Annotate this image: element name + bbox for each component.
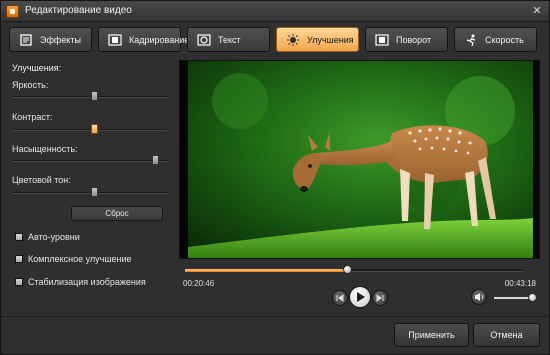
current-time: 00:20:46 xyxy=(183,279,215,288)
hue-slider[interactable] xyxy=(13,187,167,197)
saturation-label: Насыщенность: xyxy=(12,144,78,154)
stabilization-label[interactable]: Стабилизация изображения xyxy=(28,277,146,287)
volume-handle[interactable] xyxy=(528,293,537,302)
video-preview[interactable] xyxy=(179,60,540,259)
footer-divider xyxy=(1,316,549,317)
skip-back-icon xyxy=(336,294,344,302)
tab-label: Поворот xyxy=(396,35,432,45)
next-button[interactable] xyxy=(372,290,388,306)
complex-enhance-label[interactable]: Комплексное улучшение xyxy=(28,254,132,264)
tab-speed[interactable]: Скорость xyxy=(454,27,537,52)
close-button[interactable]: ✕ xyxy=(530,4,544,18)
enhance-icon xyxy=(287,34,299,46)
speed-icon xyxy=(466,34,476,46)
tab-label: Скорость xyxy=(485,35,524,45)
skip-forward-icon xyxy=(376,294,384,302)
seek-bar[interactable] xyxy=(185,265,523,274)
play-button[interactable] xyxy=(349,286,371,308)
tab-text[interactable]: Текст xyxy=(187,27,270,52)
player-controls: 00:20:46 00:43:18 xyxy=(179,263,540,313)
seek-handle[interactable] xyxy=(343,265,352,274)
reset-button[interactable]: Сброс xyxy=(71,206,163,221)
slider-knob[interactable] xyxy=(91,124,98,134)
tab-effects[interactable]: Эффекты xyxy=(9,27,92,52)
complex-enhance-checkbox[interactable] xyxy=(15,255,23,263)
text-icon xyxy=(197,34,211,46)
window-title: Редактирование видео xyxy=(25,5,132,16)
hue-label: Цветовой тон: xyxy=(12,175,71,185)
tab-label: Улучшения xyxy=(307,35,354,45)
tab-crop[interactable]: Кадрирование xyxy=(98,27,189,52)
contrast-label: Контраст: xyxy=(12,112,53,122)
total-time: 00:43:18 xyxy=(504,279,536,288)
seek-progress xyxy=(185,269,347,272)
slider-knob[interactable] xyxy=(152,155,159,165)
speaker-icon xyxy=(475,293,484,301)
cancel-button[interactable]: Отмена xyxy=(473,323,540,347)
title-bar[interactable]: Редактирование видео ✕ xyxy=(1,1,549,22)
tab-label: Кадрирование xyxy=(129,35,190,45)
video-editor-window: Редактирование видео ✕ Эффекты Кадрирова… xyxy=(0,0,550,355)
slider-knob[interactable] xyxy=(91,91,98,101)
panel-heading: Улучшения: xyxy=(12,63,62,73)
tab-label: Текст xyxy=(218,35,241,45)
crop-icon xyxy=(108,34,122,46)
enhancements-panel: Улучшения: Яркость: Контраст: Насыщеннос… xyxy=(9,59,169,287)
brightness-label: Яркость: xyxy=(12,80,49,90)
play-icon xyxy=(357,292,365,302)
volume-button[interactable] xyxy=(471,289,487,305)
tab-enhance[interactable]: Улучшения xyxy=(276,27,359,52)
app-icon xyxy=(6,5,19,18)
video-frame-image xyxy=(180,61,539,258)
brightness-slider[interactable] xyxy=(13,91,167,101)
stabilization-checkbox[interactable] xyxy=(15,278,23,286)
volume-slider[interactable] xyxy=(494,293,537,302)
auto-levels-label[interactable]: Авто-уровни xyxy=(28,232,80,242)
effects-icon xyxy=(20,34,32,46)
apply-button[interactable]: Применить xyxy=(394,323,469,347)
prev-button[interactable] xyxy=(332,290,348,306)
contrast-slider[interactable] xyxy=(13,124,167,134)
tab-bar: Эффекты Кадрирование Текст Улучшения Пов… xyxy=(9,27,541,54)
tab-rotate[interactable]: Поворот xyxy=(365,27,448,52)
saturation-slider[interactable] xyxy=(13,155,167,165)
rotate-icon xyxy=(375,34,389,46)
slider-knob[interactable] xyxy=(91,187,98,197)
tab-label: Эффекты xyxy=(40,35,81,45)
auto-levels-checkbox[interactable] xyxy=(15,233,23,241)
